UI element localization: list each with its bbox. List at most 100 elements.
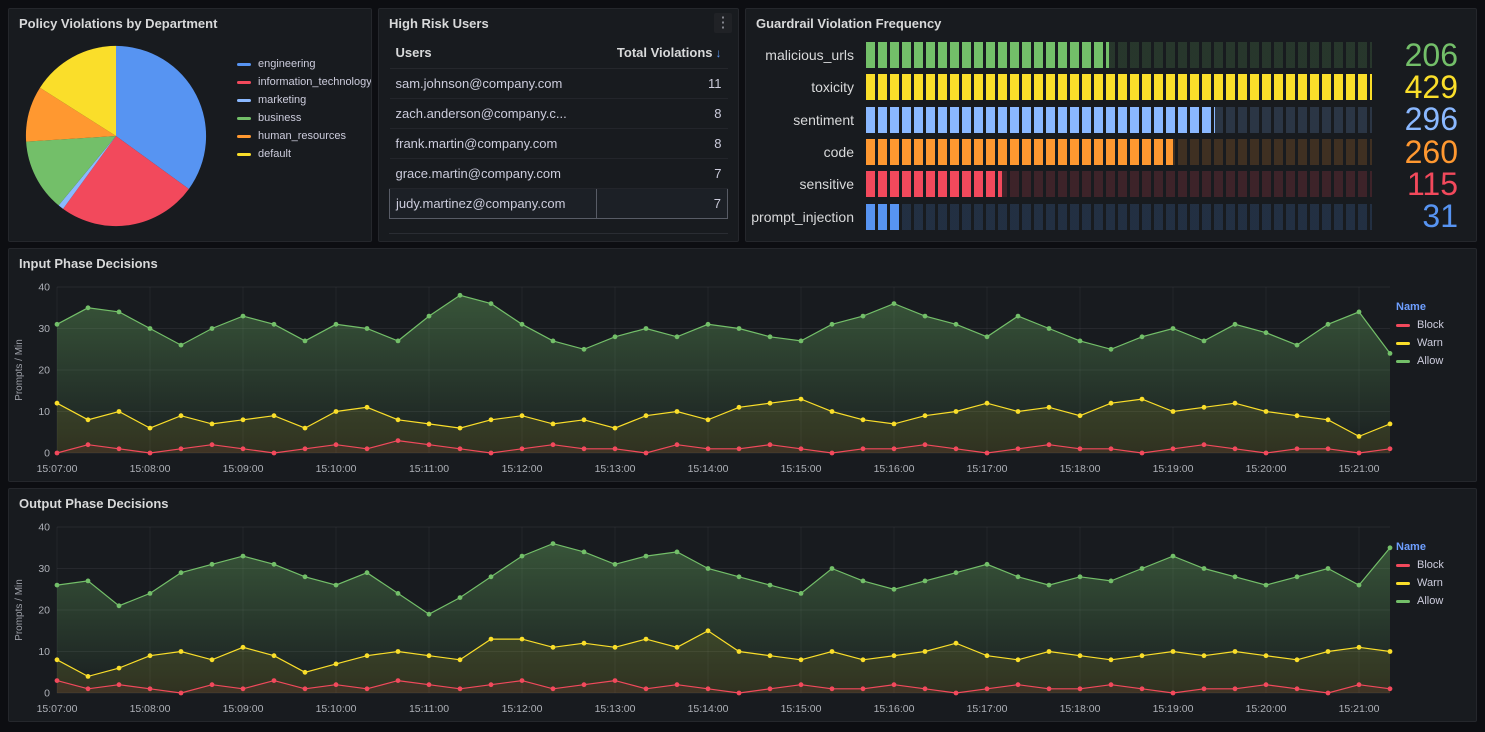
table-row[interactable]: judy.martinez@company.com7 — [390, 189, 728, 219]
svg-text:15:08:00: 15:08:00 — [130, 463, 171, 475]
table-row[interactable]: sam.johnson@company.com11 — [390, 69, 728, 99]
legend-item-allow[interactable]: Allow — [1396, 352, 1474, 370]
svg-text:20: 20 — [38, 365, 50, 377]
legend-label: marketing — [258, 91, 306, 109]
panel-header: Output Phase Decisions — [9, 489, 1476, 517]
pie-legend-item-default[interactable]: default — [237, 145, 372, 163]
legend-label: Block — [1417, 316, 1444, 334]
gauge-row-malicious_urls: malicious_urls206 — [750, 40, 1468, 71]
panel-policy-violations-by-department: Policy Violations by Department engineer… — [8, 8, 372, 242]
legend-item-block[interactable]: Block — [1396, 316, 1474, 334]
svg-text:0: 0 — [44, 688, 50, 700]
legend-label: Warn — [1417, 574, 1443, 592]
legend-label: default — [258, 145, 291, 163]
gauge-row-sentiment: sentiment296 — [750, 104, 1468, 135]
svg-text:15:18:00: 15:18:00 — [1060, 463, 1101, 475]
legend-swatch — [237, 117, 251, 120]
pie-legend-item-engineering[interactable]: engineering — [237, 55, 372, 73]
legend-swatch — [1396, 564, 1410, 567]
legend-swatch — [1396, 324, 1410, 327]
pie-legend-item-information_technology[interactable]: information_technology — [237, 73, 372, 91]
column-header-users[interactable]: Users — [390, 37, 597, 69]
legend-item-block[interactable]: Block — [1396, 556, 1474, 574]
column-header-total-violations[interactable]: Total Violations↓ — [596, 37, 727, 69]
timeseries-legend: Name BlockWarnAllow — [1396, 517, 1474, 719]
legend-item-warn[interactable]: Warn — [1396, 574, 1474, 592]
gauge-row-sensitive: sensitive 115 — [750, 169, 1468, 200]
gauge-bar-lit — [866, 42, 1109, 68]
pie-chart — [23, 43, 209, 229]
table-row[interactable]: zach.anderson@company.c...8 — [390, 99, 728, 129]
panel-title[interactable]: Output Phase Decisions — [19, 496, 169, 511]
legend-item-warn[interactable]: Warn — [1396, 334, 1474, 352]
gauge-bar-lit — [866, 139, 1173, 165]
legend-swatch — [237, 153, 251, 156]
svg-text:15:08:00: 15:08:00 — [130, 703, 171, 715]
legend-swatch — [237, 63, 251, 66]
cell-total-violations: 11 — [596, 69, 727, 99]
gauge-label: sensitive — [750, 176, 866, 192]
panel-header: Input Phase Decisions — [9, 249, 1476, 277]
svg-text:15:20:00: 15:20:00 — [1246, 703, 1287, 715]
top-row: Policy Violations by Department engineer… — [8, 8, 1477, 242]
panel-header: High Risk Users — [379, 9, 738, 37]
gauge-value: 115 — [1372, 169, 1468, 200]
svg-text:40: 40 — [38, 282, 50, 294]
svg-text:0: 0 — [44, 448, 50, 460]
legend-label: engineering — [258, 55, 316, 73]
svg-text:15:17:00: 15:17:00 — [967, 463, 1008, 475]
timeseries-legend: Name BlockWarnAllow — [1396, 277, 1474, 479]
gauge-bar — [866, 74, 1372, 100]
panel-input-phase-decisions: Input Phase Decisions 01020304015:07:001… — [8, 248, 1477, 482]
gauge-bar — [866, 204, 1372, 230]
gauge-row-code: code260 — [750, 137, 1468, 168]
sort-desc-icon: ↓ — [716, 46, 722, 60]
legend-label: human_resources — [258, 127, 346, 145]
high-risk-users-table: Users Total Violations↓ sam.johnson@comp… — [389, 37, 728, 219]
gauge-row-toxicity: toxicity 429 — [750, 72, 1468, 103]
legend-swatch — [1396, 600, 1410, 603]
cell-total-violations: 8 — [596, 129, 727, 159]
gauge-bar — [866, 42, 1372, 68]
table-row[interactable]: frank.martin@company.com8 — [390, 129, 728, 159]
gauge-bar — [866, 107, 1372, 133]
gauge-bar-lit — [866, 107, 1215, 133]
legend-swatch — [1396, 342, 1410, 345]
svg-text:15:17:00: 15:17:00 — [967, 703, 1008, 715]
svg-text:Prompts / Min: Prompts / Min — [14, 339, 25, 401]
svg-text:20: 20 — [38, 605, 50, 617]
panel-header: Guardrail Violation Frequency — [746, 9, 1476, 37]
cell-user: sam.johnson@company.com — [390, 69, 597, 99]
bar-gauge-body: malicious_urls206 toxicity 429sentiment296… — [746, 37, 1476, 241]
pie-legend-item-marketing[interactable]: marketing — [237, 91, 372, 109]
svg-text:15:09:00: 15:09:00 — [223, 703, 264, 715]
panel-high-risk-users: High Risk Users ⋮ Users Total Violations… — [378, 8, 739, 242]
svg-text:15:19:00: 15:19:00 — [1153, 703, 1194, 715]
gauge-value: 260 — [1372, 137, 1468, 168]
pie-legend-item-human_resources[interactable]: human_resources — [237, 127, 372, 145]
legend-swatch — [237, 135, 251, 138]
cell-user: judy.martinez@company.com — [390, 189, 597, 219]
gauge-row-prompt_injection: prompt_injection31 — [750, 201, 1468, 232]
gauge-value: 296 — [1372, 104, 1468, 135]
legend-title[interactable]: Name — [1396, 301, 1474, 313]
panel-title[interactable]: High Risk Users — [389, 16, 489, 31]
table-row[interactable]: grace.martin@company.com7 — [390, 159, 728, 189]
legend-title[interactable]: Name — [1396, 541, 1474, 553]
panel-title[interactable]: Guardrail Violation Frequency — [756, 16, 941, 31]
svg-text:15:07:00: 15:07:00 — [37, 463, 78, 475]
legend-item-allow[interactable]: Allow — [1396, 592, 1474, 610]
panel-title[interactable]: Input Phase Decisions — [19, 256, 158, 271]
gauge-label: malicious_urls — [750, 47, 866, 63]
svg-text:15:10:00: 15:10:00 — [316, 463, 357, 475]
legend-swatch — [1396, 582, 1410, 585]
gauge-value: 429 — [1372, 72, 1468, 103]
gauge-label: toxicity — [750, 79, 866, 95]
svg-text:10: 10 — [38, 406, 50, 418]
kebab-menu-icon[interactable]: ⋮ — [714, 13, 732, 33]
panel-title[interactable]: Policy Violations by Department — [19, 16, 217, 31]
timeseries-body: 01020304015:07:0015:08:0015:09:0015:10:0… — [9, 517, 1476, 721]
svg-text:15:19:00: 15:19:00 — [1153, 463, 1194, 475]
pie-legend-item-business[interactable]: business — [237, 109, 372, 127]
svg-text:15:13:00: 15:13:00 — [595, 703, 636, 715]
